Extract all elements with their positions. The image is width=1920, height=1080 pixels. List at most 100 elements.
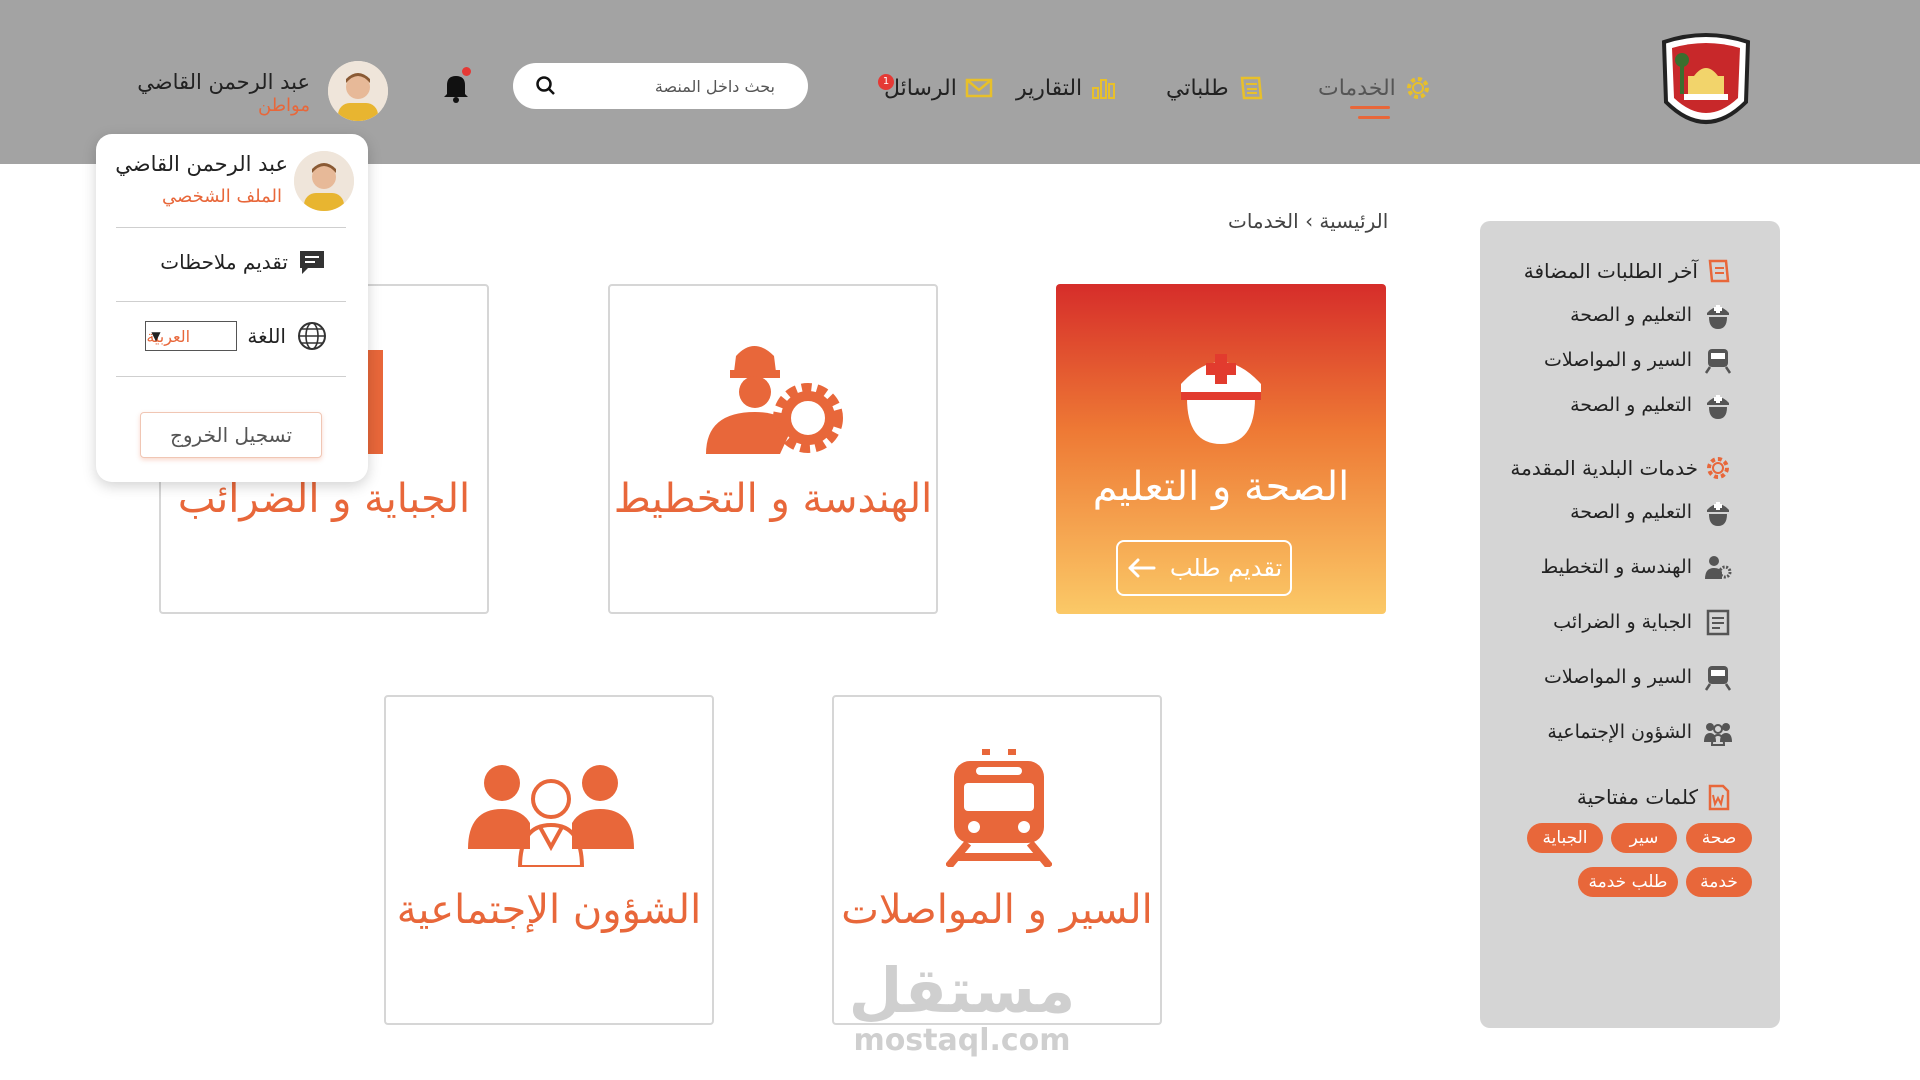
sidebar-item-engineering[interactable]: الهندسة و التخطيط [1541,553,1732,581]
avatar-image [294,151,354,211]
feedback-menu-item[interactable]: تقديم ملاحظات [160,248,326,276]
sidebar-item-recent-3[interactable]: التعليم و الصحة [1570,391,1732,419]
nurse-icon [1181,354,1261,444]
gear-icon [1406,77,1429,99]
language-select[interactable]: العربية ▼ [145,321,238,351]
sidebar-item-label: التعليم و الصحة [1570,304,1692,326]
active-underline-2 [1358,116,1390,119]
bar-chart-icon [1092,79,1116,99]
keyword-tag[interactable]: خدمة [1686,867,1752,897]
dropdown-avatar[interactable] [294,151,354,211]
gear-icon [1707,457,1729,479]
people-group-icon [1704,723,1732,746]
divider [116,301,346,302]
sidebar-item-label: التعليم و الصحة [1570,501,1692,523]
breadcrumb-current: الخدمات [1228,209,1299,233]
people-group-icon [468,765,634,867]
user-name: عبد الرحمن القاضي [137,70,310,94]
recent-requests-heading: آخر الطلبات المضافة [1524,257,1732,285]
card-transport-title: السير و المواصلات [841,887,1153,933]
nav-reports[interactable]: التقارير [1016,70,1118,106]
tax-document-icon [1706,609,1730,636]
sidebar-item-label: الهندسة و التخطيط [1540,556,1692,578]
feedback-label: تقديم ملاحظات [160,250,288,274]
train-icon [946,749,1052,867]
sidebar-item-social[interactable]: الشؤون الإجتماعية [1547,718,1732,746]
nurse-icon [1707,502,1729,526]
sidebar-item-label: السير و المواصلات [1544,666,1692,688]
nav-messages[interactable]: الرسائل [884,70,993,106]
sidebar-item-label: الجباية و الضرائب [1553,611,1692,633]
engineer-gear-icon [706,346,843,454]
nurse-icon [1707,395,1729,419]
watermark-word: مستقل [848,954,1076,1027]
watermark: مستقل mostaql.com [842,958,1082,1058]
breadcrumb: الرئيسية › الخدمات [1228,209,1388,233]
caret-down-icon: ▼ [151,329,161,343]
envelope-icon [965,78,993,98]
breadcrumb-home[interactable]: الرئيسية [1319,209,1388,233]
municipal-services-heading: خدمات البلدية المقدمة [1510,454,1732,482]
sidebar-item-recent-2[interactable]: السير و المواصلات [1544,346,1732,374]
sidebar-item-label: السير و المواصلات [1544,349,1692,371]
keyword-tag[interactable]: سير [1611,823,1677,853]
breadcrumb-separator: › [1305,209,1314,233]
card-taxes-title: الجباية و الضرائب [177,476,471,522]
nav-my-requests-label: طلباتي [1166,75,1229,101]
avatar-image [328,61,388,121]
card-engineering-planning[interactable]: الهندسة و التخطيط [608,284,938,614]
watermark-domain: mostaql.com [853,1023,1071,1058]
keywords-heading: كلمات مفتاحية [1577,783,1732,811]
nav-services[interactable]: الخدمات [1318,70,1432,106]
train-icon [1704,666,1732,691]
sidebar-item-transport[interactable]: السير و المواصلات [1544,663,1732,691]
divider [116,227,346,228]
search-icon[interactable] [535,75,557,97]
apply-button[interactable]: تقديم طلب [1116,540,1292,596]
active-underline [1350,106,1390,109]
nav-my-requests[interactable]: طلباتي [1166,70,1265,106]
card-health-education[interactable]: الصحة و التعليم تقديم طلب [1056,284,1386,614]
arrow-left-icon [1128,558,1156,578]
card-health-title: الصحة و التعليم [1092,464,1350,510]
notification-dot [462,67,471,76]
train-icon [1704,349,1732,374]
divider [116,376,346,377]
card-social-title: الشؤون الإجتماعية [396,887,702,933]
nav-services-label: الخدمات [1318,75,1396,101]
user-role: مواطن [258,95,310,116]
language-label: اللغة [247,324,286,348]
municipal-services-title: خدمات البلدية المقدمة [1510,456,1698,480]
search-box[interactable] [513,63,808,109]
keyword-tag[interactable]: صحة [1686,823,1752,853]
sidebar-item-label: التعليم و الصحة [1570,394,1692,416]
sidebar-item-recent-1[interactable]: التعليم و الصحة [1570,301,1732,329]
sidebar-item-health[interactable]: التعليم و الصحة [1570,498,1732,526]
engineer-gear-icon [1705,556,1732,579]
nav-reports-label: التقارير [1016,75,1083,101]
sidebar-item-label: الشؤون الإجتماعية [1547,721,1692,743]
keyword-tag[interactable]: الجباية [1527,823,1603,853]
sidebar-item-taxes[interactable]: الجباية و الضرائب [1553,608,1732,636]
apply-button-label: تقديم طلب [1169,554,1283,582]
logout-button[interactable]: تسجيل الخروج [140,412,322,458]
card-social-affairs[interactable]: الشؤون الإجتماعية [384,695,714,1025]
language-row: اللغة العربية ▼ [145,320,328,352]
messages-badge: 1 [878,74,894,90]
user-dropdown-menu: عبد الرحمن القاضي الملف الشخصي تقديم ملا… [96,134,368,482]
recent-requests-title: آخر الطلبات المضافة [1523,259,1698,283]
clipboard-icon [1240,76,1262,100]
nurse-icon [1707,305,1729,329]
search-input[interactable] [573,75,777,97]
dropdown-user-name: عبد الرحمن القاضي [115,152,288,176]
municipality-logo[interactable] [1658,32,1754,136]
avatar[interactable] [328,61,388,121]
globe-icon [298,322,326,350]
keywords-title: كلمات مفتاحية [1576,785,1698,809]
sidebar: آخر الطلبات المضافة التعليم و الصحة السي… [1480,221,1780,1028]
clipboard-icon [1708,259,1730,283]
profile-link[interactable]: الملف الشخصي [162,186,282,207]
card-engineering-title: الهندسة و التخطيط [613,476,933,522]
word-document-icon [1708,784,1730,811]
keyword-tag[interactable]: طلب خدمة [1578,867,1678,897]
